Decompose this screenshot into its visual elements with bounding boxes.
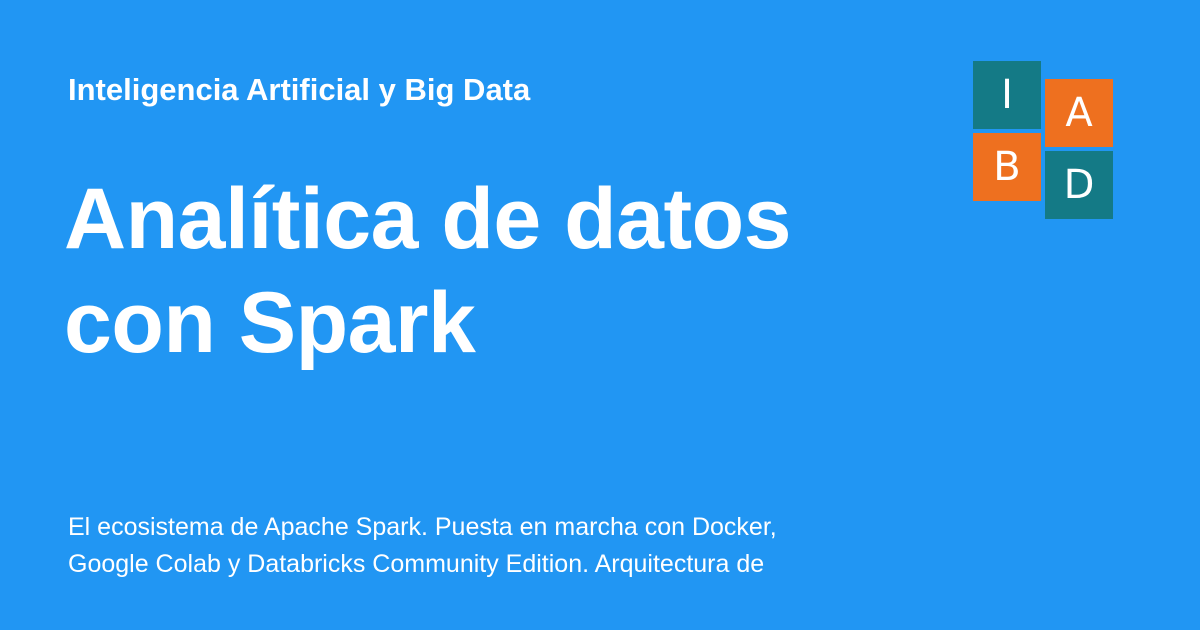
- page-title-line-1: Analítica de datos: [64, 171, 791, 267]
- iabd-logo: I A B D: [973, 61, 1115, 221]
- social-card: Inteligencia Artificial y Big Data Analí…: [0, 0, 1200, 630]
- page-description: El ecosistema de Apache Spark. Puesta en…: [68, 509, 928, 583]
- page-description-line-1: El ecosistema de Apache Spark. Puesta en…: [68, 513, 777, 541]
- page-description-line-2: Google Colab y Databricks Community Edit…: [68, 550, 765, 578]
- page-title: Analítica de datos con Spark: [64, 167, 924, 375]
- logo-tile-a: A: [1045, 79, 1113, 147]
- page-title-line-2: con Spark: [64, 275, 476, 371]
- logo-tile-b: B: [973, 133, 1041, 201]
- site-name: Inteligencia Artificial y Big Data: [68, 72, 531, 107]
- logo-tile-d: D: [1045, 151, 1113, 219]
- logo-tile-i: I: [973, 61, 1041, 129]
